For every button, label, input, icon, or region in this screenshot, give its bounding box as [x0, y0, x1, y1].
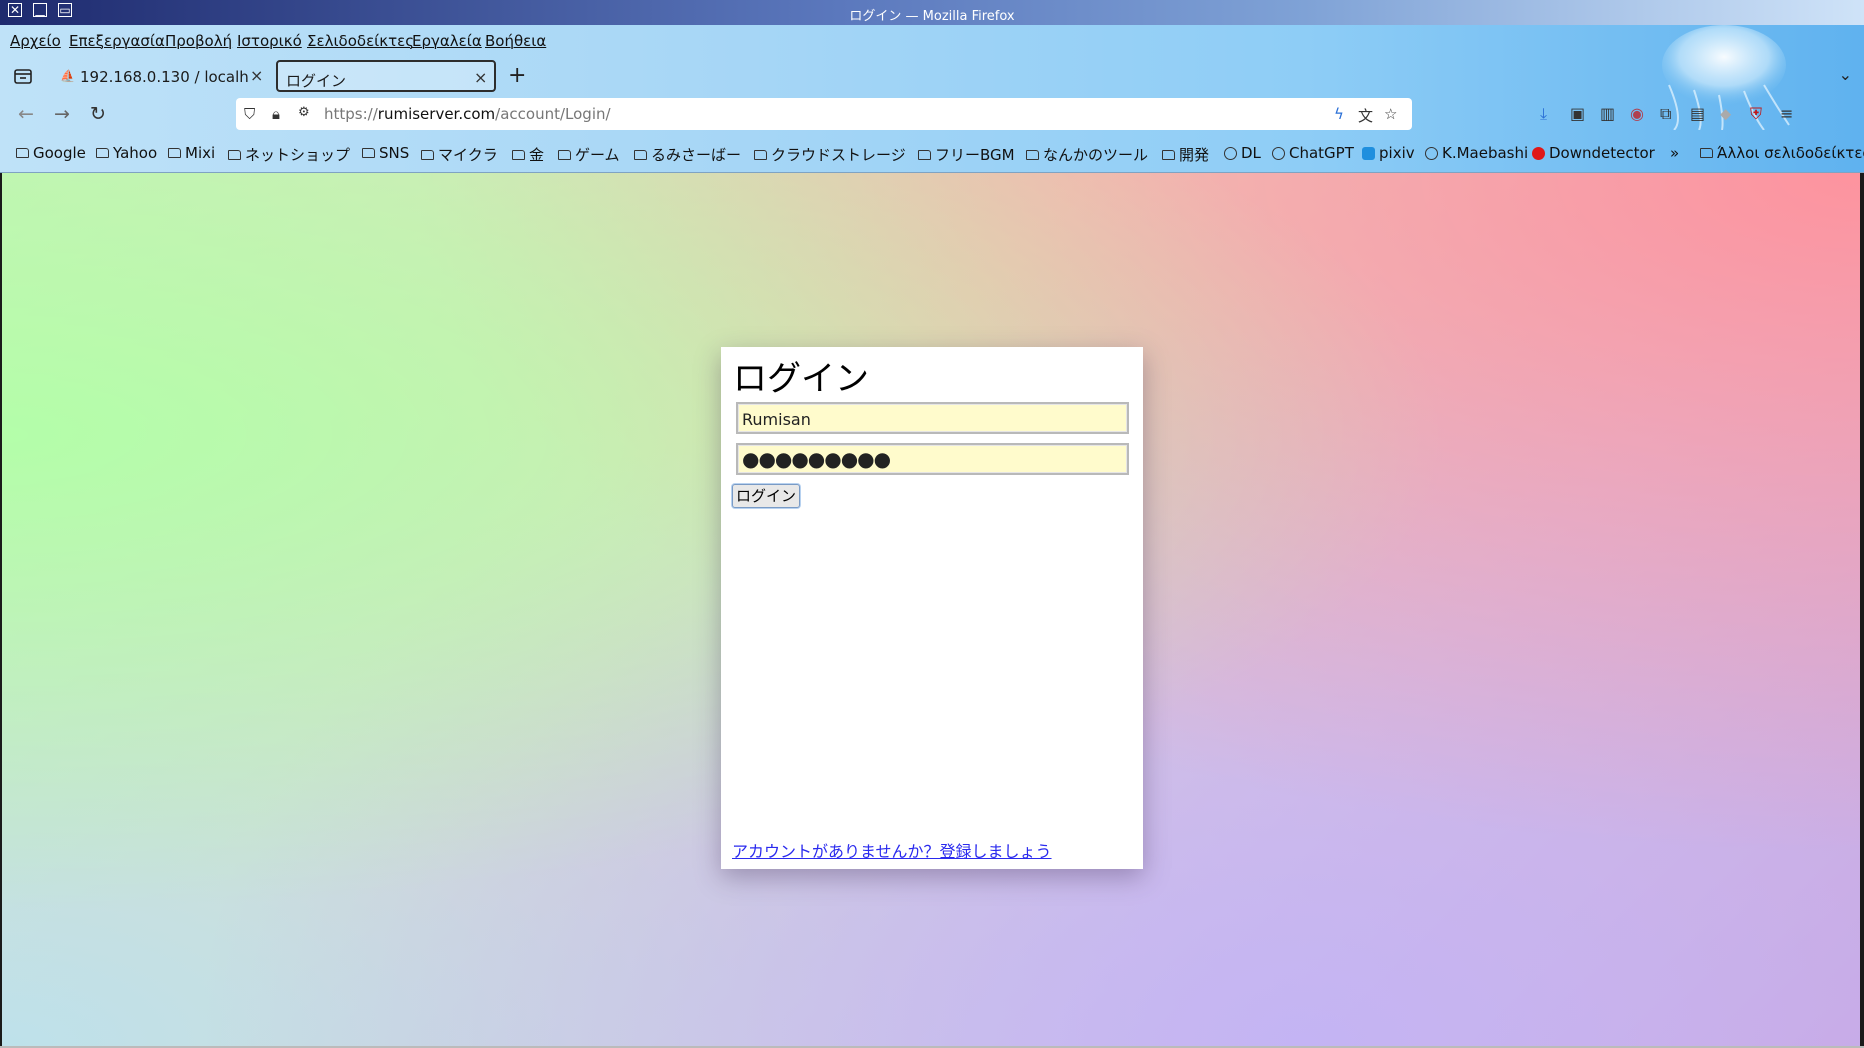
tracking-protection-shield-icon[interactable]: ⛉ — [244, 105, 255, 123]
forward-arrow-icon[interactable]: → — [54, 103, 70, 125]
menu-history[interactable]: Ιστορικό — [237, 32, 302, 50]
navigation-toolbar: ← → ↻ ⛉ 🔒︎ ⚙︎ https://rumiserver.com/acc… — [0, 97, 1864, 133]
menu-tools[interactable]: Εργαλεία — [412, 32, 482, 50]
login-heading: ログイン — [733, 359, 869, 399]
window-title: ログイン — Mozilla Firefox — [849, 9, 1015, 24]
folder-icon — [754, 150, 767, 160]
folder-icon — [512, 150, 525, 160]
globe-icon — [1224, 147, 1237, 160]
disabled-extension-icon[interactable]: ⬥ — [1720, 104, 1731, 124]
folder-icon — [362, 148, 375, 158]
window-titlebar: ✕ ▁ ▭ ログイン — Mozilla Firefox — [0, 0, 1864, 25]
menu-edit[interactable]: Επεξεργασία — [69, 32, 165, 50]
back-arrow-icon[interactable]: ← — [18, 103, 34, 125]
bookmark-chatgpt[interactable]: ChatGPT — [1272, 144, 1354, 162]
password-field[interactable]: ●●●●●●●●● — [736, 443, 1129, 475]
bookmark-folder-free-bgm[interactable]: フリーBGM — [918, 144, 1015, 165]
tab-phpmyadmin[interactable]: ⛵ 192.168.0.130 / localhost × — [52, 60, 270, 92]
folder-icon — [918, 150, 931, 160]
bookmark-folder-dev[interactable]: 開発 — [1162, 144, 1209, 165]
close-tab-icon[interactable]: × — [474, 68, 487, 87]
permissions-icon[interactable]: ⚙︎ — [298, 105, 310, 120]
signup-link[interactable]: アカウントがありませんか？登録しましょう — [732, 838, 1052, 862]
hamburger-menu-icon[interactable]: ≡ — [1780, 104, 1793, 123]
menu-help[interactable]: Βοήθεια — [485, 32, 546, 50]
chatgpt-icon — [1272, 147, 1285, 160]
bookmark-downdetector[interactable]: Downdetector — [1532, 144, 1655, 162]
bookmark-folder-netshop[interactable]: ネットショップ — [228, 144, 350, 165]
login-card: ログイン Rumisan ●●●●●●●●● ログイン アカウントがありませんか… — [721, 347, 1143, 869]
pixiv-icon — [1362, 147, 1375, 160]
folder-icon — [16, 148, 29, 158]
folder-icon — [1026, 150, 1039, 160]
translate-icon[interactable]: 文 — [1358, 105, 1373, 126]
folder-icon — [558, 150, 571, 160]
folder-icon — [228, 150, 241, 160]
bookmark-star-icon[interactable]: ☆ — [1384, 105, 1397, 123]
bookmark-folder-yahoo[interactable]: Yahoo — [96, 144, 157, 162]
tab-login[interactable]: ログイン × — [276, 60, 496, 92]
list-all-tabs-chevron-icon[interactable]: ⌄ — [1839, 65, 1852, 84]
bookmark-folder-minecraft[interactable]: マイクラ — [421, 144, 498, 165]
bookmark-folder-mixi[interactable]: Mixi — [168, 144, 215, 162]
screen: ✕ ▁ ▭ ログイン — Mozilla Firefox Αρχείο Επεξ… — [0, 0, 1864, 1048]
page-content: ログイン Rumisan ●●●●●●●●● ログイン アカウントがありませんか… — [2, 173, 1860, 1046]
ublock-origin-icon[interactable]: ⛨ — [1750, 104, 1762, 124]
bookmarks-overflow-chevron-icon[interactable]: » — [1670, 144, 1679, 162]
close-tab-icon[interactable]: × — [250, 66, 263, 85]
bookmark-folder-rumiserver[interactable]: るみさーばー — [634, 144, 741, 165]
menu-bookmarks[interactable]: Σελιδοδείκτες — [307, 32, 414, 50]
url-text[interactable]: https://rumiserver.com/account/Login/ — [324, 105, 611, 123]
menu-view[interactable]: Προβολή — [165, 32, 232, 50]
reload-icon[interactable]: ↻ — [90, 103, 106, 125]
container-icon[interactable]: ▤ — [1690, 104, 1705, 123]
menu-file[interactable]: Αρχείο — [10, 32, 61, 50]
folder-icon — [421, 150, 434, 160]
bookmark-folder-game[interactable]: ゲーム — [558, 144, 620, 165]
bookmarks-toolbar: Google Yahoo Mixi ネットショップ SNS マイクラ 金 ゲーム… — [0, 137, 1864, 167]
lightning-icon[interactable]: ϟ — [1334, 105, 1344, 123]
folder-icon — [1700, 148, 1713, 158]
bookmark-folder-tools[interactable]: なんかのツール — [1026, 144, 1148, 165]
bookmark-folder-sns[interactable]: SNS — [362, 144, 409, 162]
folder-icon — [1162, 150, 1175, 160]
folder-icon — [634, 150, 647, 160]
downloads-icon[interactable]: ⤓ — [1540, 104, 1547, 124]
firefox-view-icon[interactable] — [13, 67, 33, 85]
bookmark-dl[interactable]: DL — [1224, 144, 1261, 162]
bookmark-folder-google[interactable]: Google — [16, 144, 86, 162]
bookmark-folder-money[interactable]: 金 — [512, 144, 544, 165]
folder-icon — [168, 148, 181, 158]
bookmark-folder-other-bookmarks[interactable]: Άλλοι σελιδοδείκτες — [1700, 144, 1864, 162]
username-field[interactable]: Rumisan — [736, 402, 1129, 434]
address-bar[interactable]: ⛉ 🔒︎ ⚙︎ https://rumiserver.com/account/L… — [236, 98, 1412, 130]
lock-icon[interactable]: 🔒︎ — [272, 105, 280, 123]
phpmyadmin-icon: ⛵ — [60, 69, 75, 83]
extensions-puzzle-icon[interactable]: ⧉ — [1660, 104, 1671, 124]
folder-icon — [96, 148, 109, 158]
tab-label: ログイン — [286, 72, 347, 90]
sidebar-icon[interactable]: ▥ — [1600, 104, 1615, 123]
screenshot-icon[interactable]: ▣ — [1570, 104, 1585, 123]
new-tab-icon[interactable]: + — [508, 63, 526, 88]
tab-label: 192.168.0.130 / localhost — [80, 68, 248, 86]
extension-avatar-icon[interactable]: ◉ — [1630, 104, 1644, 123]
bookmark-pixiv[interactable]: pixiv — [1362, 144, 1415, 162]
globe-icon — [1425, 147, 1438, 160]
tab-bar: ⛵ 192.168.0.130 / localhost × ログイン × + ⌄ — [0, 57, 1864, 95]
login-button[interactable]: ログイン — [732, 484, 801, 508]
alert-icon — [1532, 147, 1545, 160]
bookmark-k-maebashi[interactable]: K.Maebashi — [1425, 144, 1528, 162]
browser-chrome: Αρχείο Επεξεργασία Προβολή Ιστορικό Σελι… — [0, 25, 1864, 173]
bookmark-folder-cloud-storage[interactable]: クラウドストレージ — [754, 144, 906, 165]
